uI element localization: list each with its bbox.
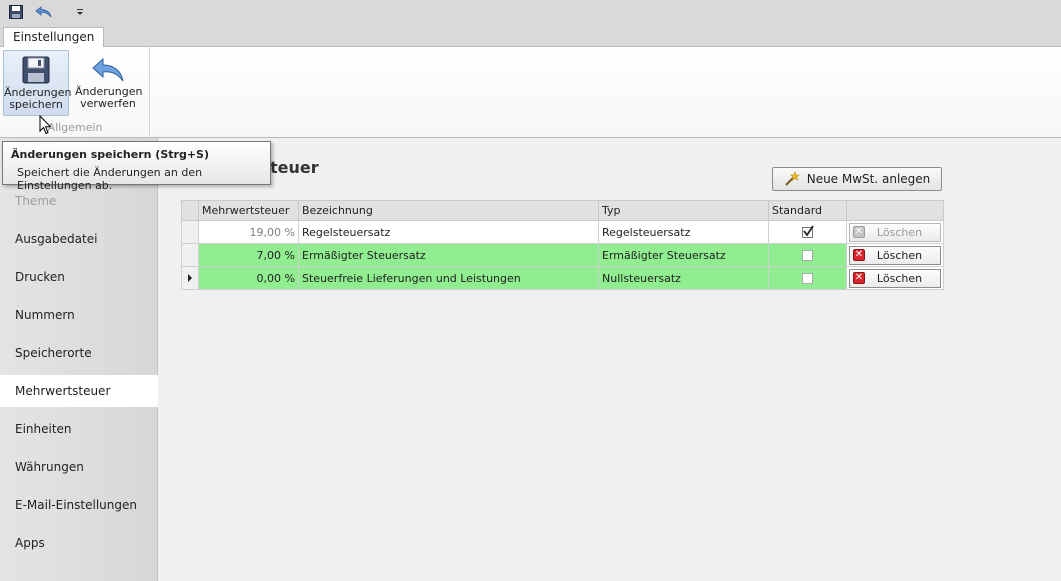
- delete-button[interactable]: ✕ Löschen: [849, 245, 941, 265]
- sidebar-item-apps[interactable]: Apps: [0, 527, 158, 559]
- column-header-actions: [846, 200, 944, 221]
- quick-access-toolbar: [0, 0, 1061, 26]
- type-cell[interactable]: Ermäßigter Steuersatz: [598, 243, 769, 267]
- standard-checkbox[interactable]: [802, 273, 813, 284]
- tab-einstellungen[interactable]: Einstellungen: [3, 27, 105, 48]
- delete-button-label: Löschen: [876, 248, 923, 262]
- standard-cell: [768, 220, 847, 244]
- save-changes-button[interactable]: Änderungen speichern: [3, 50, 71, 116]
- delete-cell: ✕ Löschen: [846, 243, 944, 267]
- name-cell[interactable]: Ermäßigter Steuersatz: [298, 243, 599, 267]
- row-indicator[interactable]: [181, 266, 199, 290]
- settings-sidebar: Theme Ausgabedatei Drucken Nummern Speic…: [0, 138, 158, 581]
- table-row[interactable]: 19,00 % Regelsteuersatz Regelsteuersatz …: [181, 220, 944, 244]
- qat-undo-button[interactable]: [34, 3, 54, 21]
- name-cell[interactable]: Regelsteuersatz: [298, 220, 599, 244]
- tooltip-title: Änderungen speichern (Strg+S): [11, 148, 209, 161]
- standard-cell: [768, 266, 847, 290]
- delete-button-label: Löschen: [876, 225, 923, 239]
- ribbon-group-allgemein: Änderungen speichern Änderungen verwerfe…: [0, 47, 150, 137]
- qat-save-button[interactable]: [6, 3, 26, 21]
- current-row-arrow-icon: [188, 273, 192, 282]
- ribbon-tab-strip: Einstellungen: [0, 26, 1061, 48]
- qat-customize-button[interactable]: [70, 3, 90, 21]
- discard-changes-label-line2: verwerfen: [80, 97, 136, 110]
- ribbon: Änderungen speichern Änderungen verwerfe…: [0, 47, 1061, 138]
- save-changes-label-line2: speichern: [9, 98, 63, 111]
- type-cell[interactable]: Nullsteuersatz: [598, 266, 769, 290]
- sidebar-item-email-einstellungen[interactable]: E-Mail-Einstellungen: [0, 489, 158, 521]
- undo-arrow-icon: [92, 57, 124, 82]
- column-header-type[interactable]: Typ: [598, 200, 769, 221]
- row-indicator[interactable]: [181, 220, 199, 244]
- sidebar-item-nummern[interactable]: Nummern: [0, 299, 158, 331]
- name-cell[interactable]: Steuerfreie Lieferungen und Leistungen: [298, 266, 599, 290]
- floppy-disk-icon: [9, 5, 23, 19]
- standard-checkbox[interactable]: [802, 225, 814, 238]
- row-indicator-header: [181, 200, 199, 221]
- column-header-rate[interactable]: Mehrwertsteuer: [198, 200, 299, 221]
- wand-star-icon: [785, 171, 800, 186]
- type-cell[interactable]: Regelsteuersatz: [598, 220, 769, 244]
- mouse-cursor-icon: [39, 115, 52, 135]
- standard-checkbox[interactable]: [802, 250, 813, 261]
- table-row[interactable]: 0,00 % Steuerfreie Lieferungen und Leist…: [181, 266, 944, 290]
- page-title: teuer: [270, 158, 319, 177]
- delete-icon: ✕: [853, 226, 865, 238]
- new-vat-button[interactable]: Neue MwSt. anlegen: [772, 167, 942, 191]
- tooltip-description: Speichert die Änderungen an den Einstell…: [17, 166, 203, 192]
- delete-button-label: Löschen: [876, 271, 923, 285]
- dropdown-arrow-icon: [77, 9, 83, 15]
- ribbon-group-label: Allgemein: [47, 121, 103, 134]
- discard-changes-button[interactable]: Änderungen verwerfen: [75, 50, 142, 116]
- delete-button[interactable]: ✕ Löschen: [849, 268, 941, 288]
- main-content: teuer Neue MwSt. anlegen Mehrwertsteuer …: [158, 138, 1061, 581]
- column-header-name[interactable]: Bezeichnung: [298, 200, 599, 221]
- floppy-disk-icon: [22, 56, 50, 84]
- checkmark-icon: [803, 225, 814, 237]
- rate-cell[interactable]: 0,00 %: [198, 266, 299, 290]
- rate-cell[interactable]: 19,00 %: [198, 220, 299, 244]
- rate-cell[interactable]: 7,00 %: [198, 243, 299, 267]
- row-indicator[interactable]: [181, 243, 199, 267]
- sidebar-item-speicherorte[interactable]: Speicherorte: [0, 337, 158, 369]
- vat-table: Mehrwertsteuer Bezeichnung Typ Standard …: [181, 200, 944, 290]
- sidebar-item-ausgabedatei[interactable]: Ausgabedatei: [0, 223, 158, 255]
- sidebar-item-waehrungen[interactable]: Währungen: [0, 451, 158, 483]
- undo-arrow-icon: [35, 6, 52, 18]
- column-header-standard[interactable]: Standard: [768, 200, 847, 221]
- standard-cell: [768, 243, 847, 267]
- new-vat-button-label: Neue MwSt. anlegen: [806, 172, 931, 186]
- sidebar-item-einheiten[interactable]: Einheiten: [0, 413, 158, 445]
- delete-icon: ✕: [853, 272, 865, 284]
- delete-button[interactable]: ✕ Löschen: [849, 222, 941, 242]
- save-tooltip: Änderungen speichern (Strg+S) Speichert …: [2, 141, 271, 192]
- sidebar-item-drucken[interactable]: Drucken: [0, 261, 158, 293]
- delete-icon: ✕: [853, 249, 865, 261]
- table-row[interactable]: 7,00 % Ermäßigter Steuersatz Ermäßigter …: [181, 243, 944, 267]
- sidebar-item-mehrwertsteuer[interactable]: Mehrwertsteuer: [0, 375, 158, 407]
- delete-cell: ✕ Löschen: [846, 220, 944, 244]
- delete-cell: ✕ Löschen: [846, 266, 944, 290]
